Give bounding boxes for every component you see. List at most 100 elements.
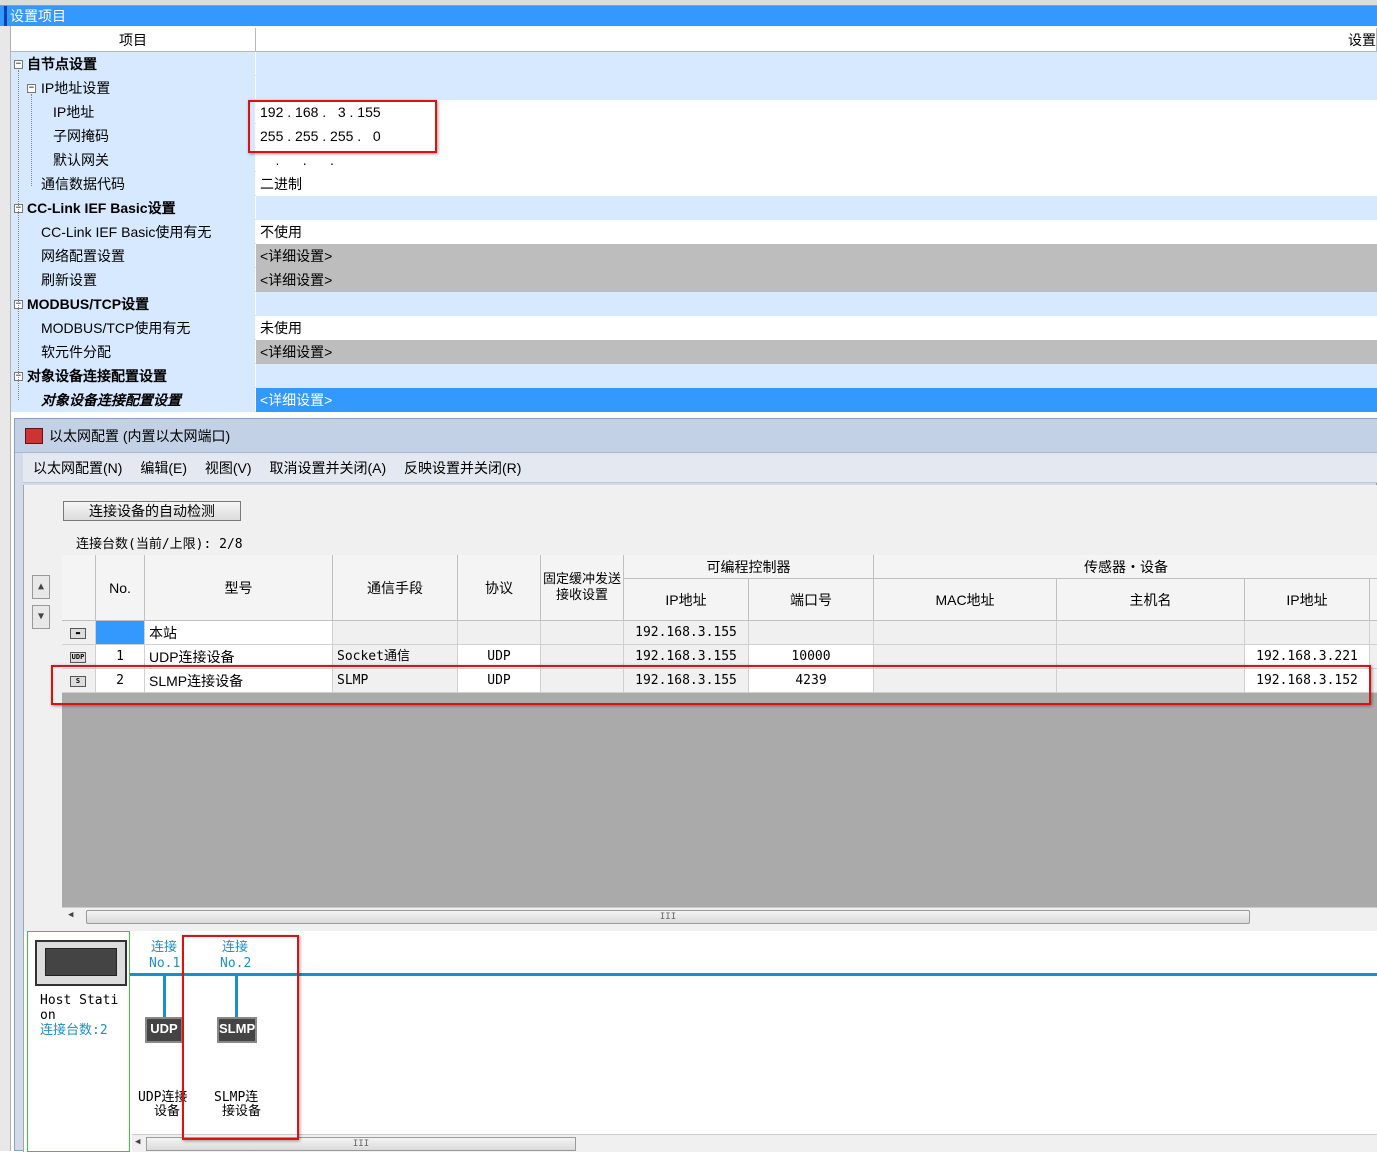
menu-apply-close[interactable]: 反映设置并关闭(R) — [404, 460, 521, 476]
cclink-use-select[interactable]: 不使用 — [256, 220, 1377, 244]
row-network-config[interactable]: 网络配置设置 <详细设置> — [11, 244, 1377, 268]
connection-table: No. 型号 通信手段 协议 固定缓冲发送接收设置 可编程控制器 IP地址 端口… — [62, 555, 1377, 907]
row-target-device-config[interactable]: 对象设备连接配置设置 <详细设置> — [11, 388, 1377, 412]
row-label: 软元件分配 — [11, 340, 255, 364]
row-comm-data-code[interactable]: 通信数据代码 二进制 — [11, 172, 1377, 196]
host-station-box[interactable]: Host Stati on 连接台数:2 — [27, 931, 130, 1152]
dev1-label-line1: UDP连接 — [138, 1090, 188, 1105]
row-ip-address[interactable]: IP地址 192 . 168 . 3 . 155 — [11, 100, 1377, 124]
device-assignment-detail[interactable]: <详细设置> — [256, 340, 1377, 364]
conn1-drop-line — [163, 975, 166, 1017]
host-label-line2: on — [40, 1008, 56, 1023]
header-icon-col — [62, 555, 96, 621]
cell-protocol — [458, 621, 541, 645]
menu-edit[interactable]: 编辑(E) — [140, 460, 187, 476]
tree-line — [31, 94, 32, 186]
row-self-node-settings[interactable]: 自节点设置 − — [11, 52, 1377, 76]
row-label: MODBUS/TCP使用有无 — [11, 316, 255, 340]
row-label: IP地址设置 — [11, 76, 255, 100]
cell-comm — [333, 621, 458, 645]
move-up-button[interactable]: ▲ — [32, 575, 50, 599]
menu-view[interactable]: 视图(V) — [205, 460, 252, 476]
table-row-host[interactable]: ▬ 本站 192.168.3.155 — [62, 621, 1377, 645]
header-fixed-buffer: 固定缓冲发送接收设置 — [541, 555, 624, 621]
header-no: No. — [96, 555, 145, 621]
row-default-gateway[interactable]: 默认网关 . . . — [11, 148, 1377, 172]
auto-detect-button[interactable]: 连接设备的自动检测 — [63, 501, 241, 521]
row-label: 自节点设置 — [11, 52, 255, 76]
modbus-use-select[interactable]: 未使用 — [256, 316, 1377, 340]
diagram-horizontal-scrollbar[interactable]: ◀ III — [132, 1134, 1377, 1152]
scroll-left-icon[interactable]: ◀ — [68, 910, 73, 920]
cell-host — [1057, 621, 1245, 645]
plc-icon-body — [45, 948, 117, 976]
settings-grid: 项目 设置 自节点设置 − IP地址设置 − IP地址 192 . 168 . … — [11, 28, 1377, 414]
cell-plc-port — [749, 621, 874, 645]
header-sensor-group: 传感器・设备 — [874, 555, 1377, 579]
cell-more — [1370, 669, 1377, 693]
ethernet-bus-line — [130, 973, 1377, 976]
header-comm: 通信手段 — [333, 555, 458, 621]
row-refresh-settings[interactable]: 刷新设置 <详细设置> — [11, 268, 1377, 292]
row-cclink-use[interactable]: CC-Link IEF Basic使用有无 不使用 — [11, 220, 1377, 244]
header-protocol: 协议 — [458, 555, 541, 621]
row-value — [256, 76, 1377, 100]
row-label: 对象设备连接配置设置 — [11, 388, 255, 412]
row-value — [256, 292, 1377, 316]
refresh-settings-detail[interactable]: <详细设置> — [256, 268, 1377, 292]
row-ip-address-settings[interactable]: IP地址设置 − — [11, 76, 1377, 100]
header-plc-ip: IP地址 — [624, 579, 749, 621]
row-value — [256, 364, 1377, 388]
dev1-label-line2: 设备 — [154, 1104, 181, 1119]
target-device-config-detail[interactable]: <详细设置> — [256, 388, 1377, 412]
title-accent — [4, 6, 7, 26]
cell-more — [1370, 645, 1377, 669]
settings-title-bar: 设置项目 — [0, 6, 1377, 26]
cell-more — [1370, 621, 1377, 645]
cell-fixed — [541, 621, 624, 645]
row-cclink-settings[interactable]: CC-Link IEF Basic设置 − — [11, 196, 1377, 220]
conn1-label-line2: No.1 — [149, 956, 181, 971]
plc-icon — [35, 940, 127, 986]
header-host: 主机名 — [1057, 579, 1245, 621]
collapse-icon[interactable]: − — [14, 60, 23, 69]
connection-count-label: 连接台数(当前/上限): 2/8 — [76, 537, 243, 552]
left-gutter — [0, 26, 11, 1151]
app-icon — [25, 428, 43, 444]
highlight-ip-box — [248, 100, 437, 153]
collapse-icon[interactable]: − — [27, 84, 36, 93]
ethernet-window-title-bar: 以太网配置 (内置以太网端口) — [15, 419, 1377, 453]
row-label: 刷新设置 — [11, 268, 255, 292]
column-header-setting: 设置 — [256, 28, 1377, 52]
tree-line — [18, 70, 19, 400]
cell-sensor-ip — [1245, 621, 1370, 645]
menu-cancel-close[interactable]: 取消设置并关闭(A) — [269, 460, 386, 476]
scroll-thumb[interactable]: III — [86, 910, 1250, 924]
highlight-slmp-device — [182, 935, 299, 1140]
table-horizontal-scrollbar[interactable]: ◀ III — [62, 907, 1377, 925]
menu-bar: 以太网配置(N) 编辑(E) 视图(V) 取消设置并关闭(A) 反映设置并关闭(… — [23, 453, 1377, 483]
row-target-device-settings[interactable]: 对象设备连接配置设置 − — [11, 364, 1377, 388]
row-label: 网络配置设置 — [11, 244, 255, 268]
row-label: 通信数据代码 — [11, 172, 255, 196]
row-label: CC-Link IEF Basic使用有无 — [11, 220, 255, 244]
move-down-button[interactable]: ▼ — [32, 605, 50, 629]
row-device-assignment[interactable]: 软元件分配 <详细设置> — [11, 340, 1377, 364]
udp-device-icon[interactable]: UDP — [145, 1017, 183, 1043]
host-connection-count: 连接台数:2 — [40, 1023, 108, 1038]
network-config-detail[interactable]: <详细设置> — [256, 244, 1377, 268]
row-modbus-settings[interactable]: MODBUS/TCP设置 − — [11, 292, 1377, 316]
host-label-line1: Host Stati — [40, 993, 119, 1008]
row-device-icon: UDP — [70, 652, 86, 663]
cell-mac — [874, 621, 1057, 645]
row-label: 对象设备连接配置设置 — [11, 364, 255, 388]
scroll-left-icon[interactable]: ◀ — [135, 1137, 140, 1147]
header-more — [1370, 579, 1377, 621]
comm-data-code-select[interactable]: 二进制 — [256, 172, 1377, 196]
menu-ethernet[interactable]: 以太网配置(N) — [33, 460, 122, 476]
header-plc-group: 可编程控制器 — [624, 555, 874, 579]
conn1-label-line1: 连接 — [151, 940, 178, 955]
header-model: 型号 — [145, 555, 333, 621]
row-modbus-use[interactable]: MODBUS/TCP使用有无 未使用 — [11, 316, 1377, 340]
row-subnet-mask[interactable]: 子网掩码 255 . 255 . 255 . 0 — [11, 124, 1377, 148]
